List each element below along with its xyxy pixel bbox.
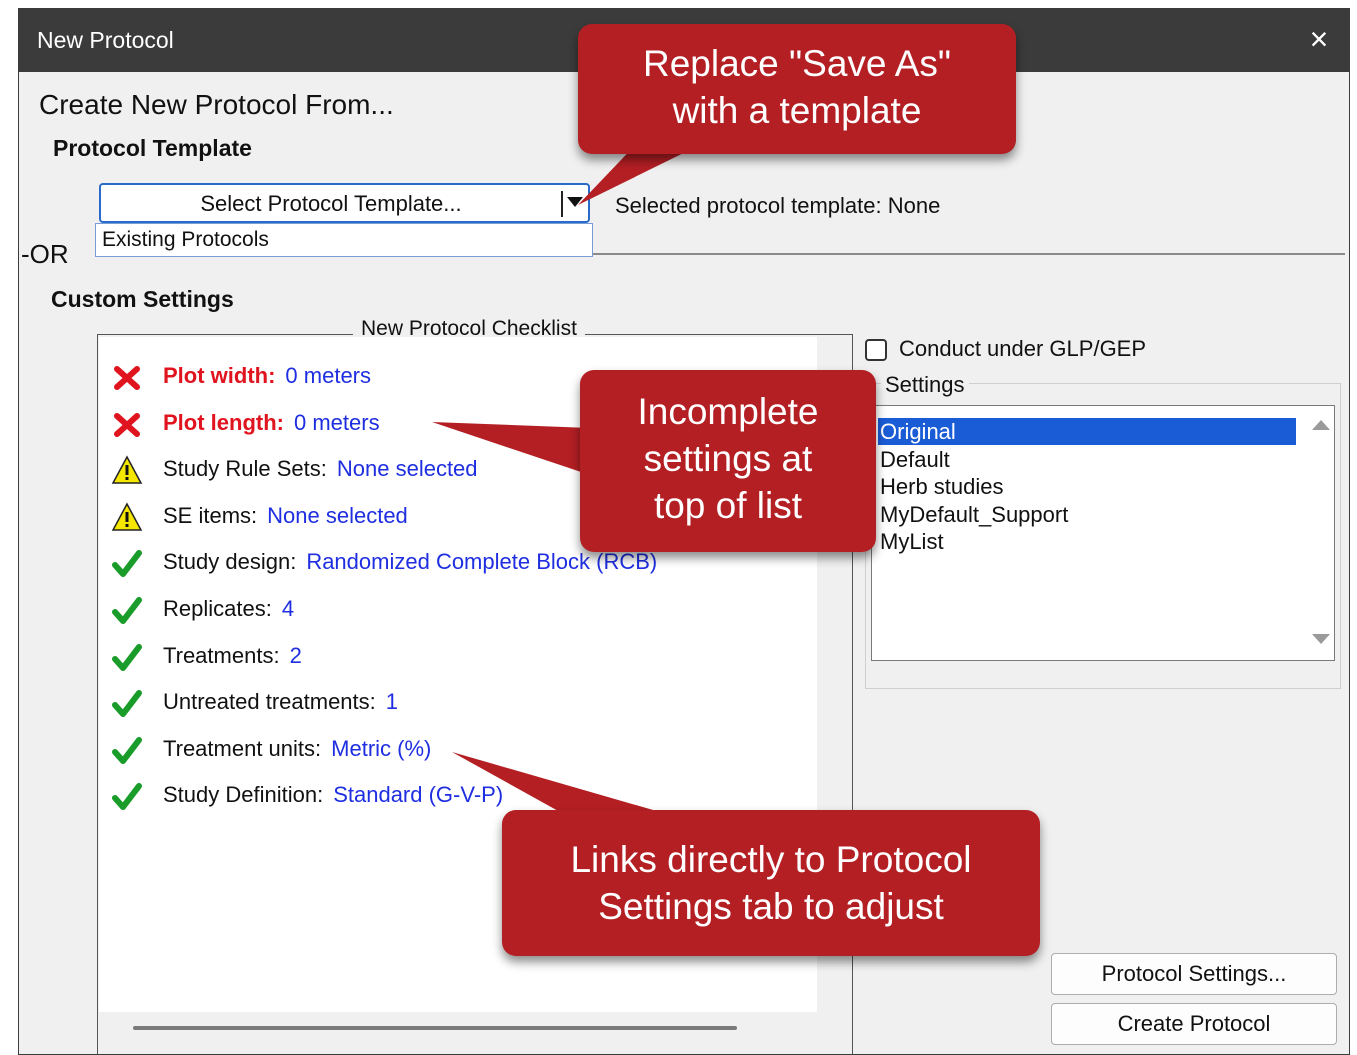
callout-save-as: Replace "Save As" with a template	[578, 24, 1016, 154]
callout-incomplete-settings: Incomplete settings at top of list	[580, 370, 876, 552]
callout-line: top of list	[653, 485, 803, 526]
callout-line: with a template	[672, 90, 922, 131]
callout-tail-links	[452, 752, 660, 812]
callout-line: Replace "Save As"	[642, 43, 952, 84]
callout-links: Links directly to Protocol Settings tab …	[502, 810, 1040, 956]
callout-line: Incomplete	[637, 391, 819, 432]
callout-tail-incomplete	[432, 422, 590, 475]
callout-line: Settings tab to adjust	[598, 886, 944, 927]
callout-line: Links directly to Protocol	[570, 839, 972, 880]
callout-line: settings at	[643, 438, 813, 479]
